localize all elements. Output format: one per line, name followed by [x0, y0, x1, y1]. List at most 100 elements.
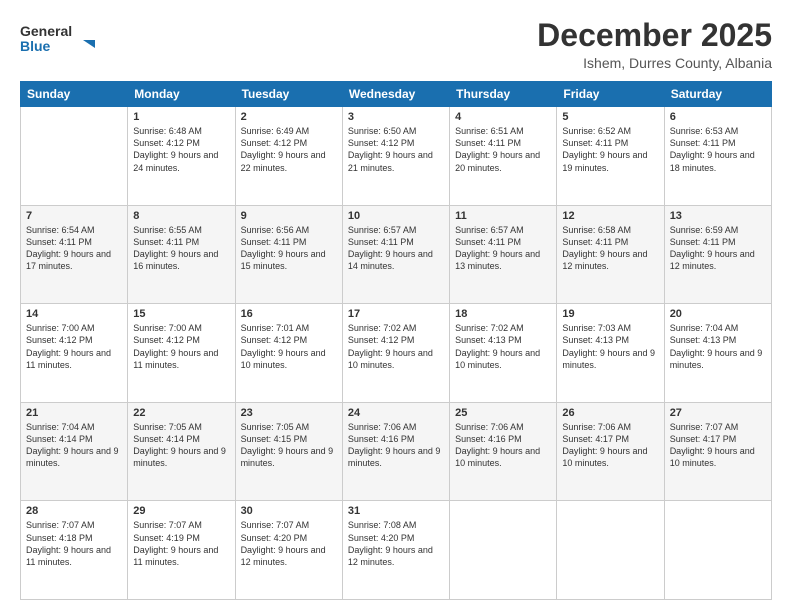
day-cell: 4 Sunrise: 6:51 AMSunset: 4:11 PMDaylight… — [450, 107, 557, 206]
day-info: Sunrise: 7:01 AMSunset: 4:12 PMDaylight:… — [241, 322, 337, 371]
day-number: 16 — [241, 308, 337, 320]
day-number: 9 — [241, 210, 337, 222]
day-number: 6 — [670, 111, 766, 123]
day-cell: 8Sunrise: 6:55 AMSunset: 4:11 PMDaylight… — [128, 205, 235, 304]
day-number: 7 — [26, 210, 122, 222]
location-title: Ishem, Durres County, Albania — [537, 55, 772, 71]
week-row-3: 14Sunrise: 7:00 AMSunset: 4:12 PMDayligh… — [21, 304, 772, 403]
day-number: 19 — [562, 308, 658, 320]
day-cell: 21 Sunrise: 7:04 AMSunset: 4:14 PMDayligh… — [21, 402, 128, 501]
weekday-header-sunday: Sunday — [21, 82, 128, 107]
day-number: 10 — [348, 210, 444, 222]
day-info: Sunrise: 7:07 AMSunset: 4:18 PMDaylight:… — [26, 519, 122, 568]
day-number: 21 — [26, 407, 122, 419]
title-block: December 2025 Ishem, Durres County, Alba… — [537, 18, 772, 71]
logo: General Blue — [20, 18, 100, 61]
day-cell: 19 Sunrise: 7:03 AMSunset: 4:13 PMDayligh… — [557, 304, 664, 403]
day-info: Sunrise: 7:02 AMSunset: 4:13 PMDaylight:… — [455, 322, 551, 371]
day-cell: 27Sunrise: 7:07 AMSunset: 4:17 PMDayligh… — [664, 402, 771, 501]
day-number: 4 — [455, 111, 551, 123]
day-info: Sunrise: 7:07 AMSunset: 4:19 PMDaylight:… — [133, 519, 229, 568]
month-title: December 2025 — [537, 18, 772, 53]
day-number: 13 — [670, 210, 766, 222]
day-info: Sunrise: 7:08 AMSunset: 4:20 PMDaylight:… — [348, 519, 444, 568]
day-info: Sunrise: 7:04 AMSunset: 4:14 PMDaylight:… — [26, 421, 122, 470]
day-info: Sunrise: 7:02 AMSunset: 4:12 PMDaylight:… — [348, 322, 444, 371]
week-row-1: 1 Sunrise: 6:48 AMSunset: 4:12 PMDaylight… — [21, 107, 772, 206]
day-cell: 7 Sunrise: 6:54 AMSunset: 4:11 PMDaylight… — [21, 205, 128, 304]
day-info: Sunrise: 7:00 AMSunset: 4:12 PMDaylight:… — [26, 322, 122, 371]
day-number: 30 — [241, 505, 337, 517]
header: General Blue December 2025 Ishem, Durres… — [20, 18, 772, 71]
day-number: 8 — [133, 210, 229, 222]
day-cell: 20 Sunrise: 7:04 AMSunset: 4:13 PMDayligh… — [664, 304, 771, 403]
day-cell: 5 Sunrise: 6:52 AMSunset: 4:11 PMDaylight… — [557, 107, 664, 206]
day-info: Sunrise: 7:03 AMSunset: 4:13 PMDaylight:… — [562, 322, 658, 371]
day-cell: 29 Sunrise: 7:07 AMSunset: 4:19 PMDayligh… — [128, 501, 235, 600]
calendar-table: SundayMondayTuesdayWednesdayThursdayFrid… — [20, 81, 772, 600]
day-info: Sunrise: 6:57 AMSunset: 4:11 PMDaylight:… — [455, 224, 551, 273]
day-info: Sunrise: 6:54 AMSunset: 4:11 PMDaylight:… — [26, 224, 122, 273]
weekday-header-wednesday: Wednesday — [342, 82, 449, 107]
weekday-header-saturday: Saturday — [664, 82, 771, 107]
day-number: 2 — [241, 111, 337, 123]
day-cell: 31 Sunrise: 7:08 AMSunset: 4:20 PMDayligh… — [342, 501, 449, 600]
day-info: Sunrise: 7:05 AMSunset: 4:14 PMDaylight:… — [133, 421, 229, 470]
day-cell: 17 Sunrise: 7:02 AMSunset: 4:12 PMDayligh… — [342, 304, 449, 403]
day-cell: 12Sunrise: 6:58 AMSunset: 4:11 PMDayligh… — [557, 205, 664, 304]
calendar-page: General Blue December 2025 Ishem, Durres… — [0, 0, 792, 612]
day-info: Sunrise: 6:53 AMSunset: 4:11 PMDaylight:… — [670, 125, 766, 174]
day-cell: 2 Sunrise: 6:49 AMSunset: 4:12 PMDaylight… — [235, 107, 342, 206]
day-number: 26 — [562, 407, 658, 419]
day-info: Sunrise: 6:52 AMSunset: 4:11 PMDaylight:… — [562, 125, 658, 174]
day-number: 17 — [348, 308, 444, 320]
day-number: 18 — [455, 308, 551, 320]
day-info: Sunrise: 6:51 AMSunset: 4:11 PMDaylight:… — [455, 125, 551, 174]
day-cell: 22Sunrise: 7:05 AMSunset: 4:14 PMDayligh… — [128, 402, 235, 501]
day-cell — [664, 501, 771, 600]
day-number: 15 — [133, 308, 229, 320]
day-number: 1 — [133, 111, 229, 123]
weekday-header-friday: Friday — [557, 82, 664, 107]
svg-text:Blue: Blue — [20, 38, 51, 54]
day-info: Sunrise: 6:56 AMSunset: 4:11 PMDaylight:… — [241, 224, 337, 273]
day-cell: 6 Sunrise: 6:53 AMSunset: 4:11 PMDaylight… — [664, 107, 771, 206]
day-cell: 9 Sunrise: 6:56 AMSunset: 4:11 PMDaylight… — [235, 205, 342, 304]
day-info: Sunrise: 7:06 AMSunset: 4:16 PMDaylight:… — [455, 421, 551, 470]
day-number: 29 — [133, 505, 229, 517]
day-number: 20 — [670, 308, 766, 320]
svg-text:General: General — [20, 23, 72, 39]
day-info: Sunrise: 7:00 AMSunset: 4:12 PMDaylight:… — [133, 322, 229, 371]
day-cell: 25 Sunrise: 7:06 AMSunset: 4:16 PMDayligh… — [450, 402, 557, 501]
day-info: Sunrise: 6:57 AMSunset: 4:11 PMDaylight:… — [348, 224, 444, 273]
day-cell: 23Sunrise: 7:05 AMSunset: 4:15 PMDayligh… — [235, 402, 342, 501]
day-cell — [450, 501, 557, 600]
day-info: Sunrise: 7:06 AMSunset: 4:17 PMDaylight:… — [562, 421, 658, 470]
week-row-2: 7 Sunrise: 6:54 AMSunset: 4:11 PMDaylight… — [21, 205, 772, 304]
weekday-header-tuesday: Tuesday — [235, 82, 342, 107]
day-info: Sunrise: 6:58 AMSunset: 4:11 PMDaylight:… — [562, 224, 658, 273]
day-number: 27 — [670, 407, 766, 419]
day-cell: 14Sunrise: 7:00 AMSunset: 4:12 PMDayligh… — [21, 304, 128, 403]
day-cell: 18 Sunrise: 7:02 AMSunset: 4:13 PMDayligh… — [450, 304, 557, 403]
day-number: 3 — [348, 111, 444, 123]
day-info: Sunrise: 7:06 AMSunset: 4:16 PMDaylight:… — [348, 421, 444, 470]
day-info: Sunrise: 6:48 AMSunset: 4:12 PMDaylight:… — [133, 125, 229, 174]
day-number: 31 — [348, 505, 444, 517]
day-number: 24 — [348, 407, 444, 419]
day-info: Sunrise: 6:50 AMSunset: 4:12 PMDaylight:… — [348, 125, 444, 174]
day-cell: 26 Sunrise: 7:06 AMSunset: 4:17 PMDayligh… — [557, 402, 664, 501]
day-cell: 16 Sunrise: 7:01 AMSunset: 4:12 PMDayligh… — [235, 304, 342, 403]
day-number: 28 — [26, 505, 122, 517]
day-number: 5 — [562, 111, 658, 123]
day-cell: 1 Sunrise: 6:48 AMSunset: 4:12 PMDaylight… — [128, 107, 235, 206]
day-cell: 28 Sunrise: 7:07 AMSunset: 4:18 PMDayligh… — [21, 501, 128, 600]
logo-general: General Blue — [20, 18, 100, 61]
day-info: Sunrise: 6:49 AMSunset: 4:12 PMDaylight:… — [241, 125, 337, 174]
day-number: 25 — [455, 407, 551, 419]
day-info: Sunrise: 6:59 AMSunset: 4:11 PMDaylight:… — [670, 224, 766, 273]
day-cell: 3 Sunrise: 6:50 AMSunset: 4:12 PMDaylight… — [342, 107, 449, 206]
day-info: Sunrise: 7:04 AMSunset: 4:13 PMDaylight:… — [670, 322, 766, 371]
weekday-header-row: SundayMondayTuesdayWednesdayThursdayFrid… — [21, 82, 772, 107]
day-cell — [21, 107, 128, 206]
